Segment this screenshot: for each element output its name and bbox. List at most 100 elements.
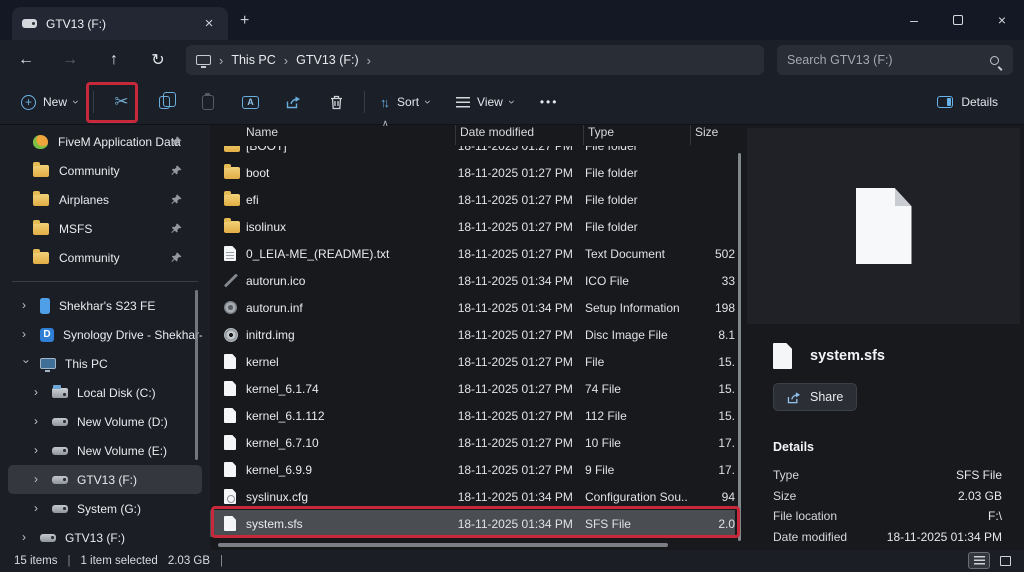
file-row-isolinux[interactable]: isolinux18-11-2025 01:27 PMFile folder [210,213,735,240]
file-date-modified: 18-11-2025 01:27 PM [454,436,581,450]
paste-button[interactable] [186,85,229,119]
search-box[interactable]: Search GTV13 (F:) [777,45,1013,75]
rename-icon: A [242,96,259,109]
chevron-right-icon[interactable]: › [34,443,43,457]
share-button[interactable] [272,85,315,119]
chevron-right-icon[interactable]: › [34,385,43,399]
file-row-kernel-6-9-9[interactable]: kernel_6.9.918-11-2025 01:27 PM9 File17. [210,456,735,483]
large-icons-view-toggle[interactable] [994,552,1016,569]
file-row-autorun-inf[interactable]: autorun.inf18-11-2025 01:34 PMSetup Info… [210,294,735,321]
file-date-modified: 18-11-2025 01:34 PM [454,301,581,315]
file-row-efi[interactable]: efi18-11-2025 01:27 PMFile folder [210,186,735,213]
tree-item-gtv13-f[interactable]: ›GTV13 (F:) [8,523,202,550]
chevron-right-icon[interactable]: › [22,298,31,312]
file-icon [224,354,246,369]
tree-item-gtv13-f[interactable]: ›GTV13 (F:) [8,465,202,494]
breadcrumb-gtv13[interactable]: GTV13 (F:) [296,53,359,67]
status-separator: | [220,555,223,567]
sidebar-item-msfs[interactable]: MSFS [0,214,210,243]
tree-item-new-volume-e[interactable]: ›New Volume (E:) [8,436,202,465]
selection-size: 2.03 GB [168,555,210,567]
horizontal-scrollbar[interactable] [218,543,668,547]
cut-button[interactable]: ✂ [100,85,143,119]
file-size: 33 [687,274,735,288]
chevron-right-icon[interactable]: › [34,501,43,515]
up-button[interactable]: ↑ [96,44,132,76]
file-row-kernel[interactable]: kernel18-11-2025 01:27 PMFile15. [210,348,735,375]
folder-icon [33,165,49,177]
new-button[interactable]: + New › [12,85,87,119]
file-icon [224,462,246,477]
detail-row-file-location: File locationF:\ [773,506,1002,527]
file-name: syslinux.cfg [246,490,454,504]
sidebar-item-fivem-application-data[interactable]: FiveM Application Data [0,127,210,156]
details-heading: Details [773,440,814,454]
new-tab-button[interactable]: + [240,12,249,30]
pin-icon [171,165,182,176]
file-row-autorun-ico[interactable]: autorun.ico18-11-2025 01:34 PMICO File33 [210,267,735,294]
sort-button[interactable]: ↑↓ Sort › [371,85,439,119]
column-header-date-modified[interactable]: Date modified [455,125,583,145]
forward-button[interactable]: → [52,44,88,76]
share-file-button[interactable]: Share [773,383,857,411]
explorer-tab[interactable]: GTV13 (F:) × [12,7,228,40]
column-header-type[interactable]: Type [583,125,690,145]
sidebar-item-label: FiveM Application Data [58,135,210,149]
details-pane-toggle[interactable]: Details [929,85,1006,119]
copy-icon [159,96,170,109]
maximize-button[interactable] [936,0,980,40]
file-row-syslinux-cfg[interactable]: syslinux.cfg18-11-2025 01:34 PMConfigura… [210,483,735,510]
file-list: Name Date modified Type Size ∧ [BOOT]18-… [210,125,745,550]
tab-close-icon[interactable]: × [200,15,218,32]
column-header-name[interactable]: Name [210,125,455,145]
sidebar-item-airplanes[interactable]: Airplanes [0,185,210,214]
tree-item-local-disk-c[interactable]: ›Local Disk (C:) [8,378,202,407]
plus-icon: + [21,95,36,110]
window-controls: – × [892,0,1024,40]
file-row-0-leia-me-readme-txt[interactable]: 0_LEIA-ME_(README).txt18-11-2025 01:27 P… [210,240,735,267]
file-row-system-sfs[interactable]: system.sfs18-11-2025 01:34 PMSFS File2.0 [210,510,735,537]
back-button[interactable]: ← [8,44,44,76]
ellipsis-icon: ••• [540,95,559,109]
delete-button[interactable] [315,85,358,119]
file-date-modified: 18-11-2025 01:27 PM [454,220,581,234]
vertical-scrollbar[interactable] [738,153,741,541]
chevron-right-icon[interactable]: › [34,472,43,486]
more-options-button[interactable]: ••• [531,85,568,119]
file-explorer-window: GTV13 (F:) × + – × ← → ↑ ↻ › This PC › G… [0,0,1024,572]
details-view-toggle[interactable] [968,552,990,569]
chevron-right-icon[interactable]: › [22,327,31,341]
file-size: 15. [687,382,735,396]
large-icons-view-icon [1000,556,1011,566]
chevron-right-icon[interactable]: › [22,530,31,544]
view-button[interactable]: View › [447,85,523,119]
sidebar-scrollbar[interactable] [195,290,198,460]
address-bar[interactable]: › This PC › GTV13 (F:) › [186,45,764,75]
file-type: ICO File [581,274,687,288]
folder-icon [224,167,246,179]
tree-item-shekhar-s-s23-fe[interactable]: ›Shekhar's S23 FE [8,291,202,320]
tree-item-new-volume-d[interactable]: ›New Volume (D:) [8,407,202,436]
file-row-boot[interactable]: [BOOT]18-11-2025 01:27 PMFile folder [210,146,735,159]
sidebar-item-community[interactable]: Community [0,243,210,272]
file-icon [224,435,246,450]
sidebar-item-community[interactable]: Community [0,156,210,185]
rename-button[interactable]: A [229,85,272,119]
chevron-right-icon[interactable]: › [34,414,43,428]
refresh-button[interactable]: ↻ [140,44,176,76]
column-header-size[interactable]: Size [690,125,740,145]
close-button[interactable]: × [980,0,1024,40]
tree-item-synology-drive-shekhar-na[interactable]: ›Synology Drive - Shekhar-NA [8,320,202,349]
file-row-initrd-img[interactable]: initrd.img18-11-2025 01:27 PMDisc Image … [210,321,735,348]
copy-button[interactable] [143,85,186,119]
file-row-kernel-6-1-74[interactable]: kernel_6.1.7418-11-2025 01:27 PM74 File1… [210,375,735,402]
file-row-boot[interactable]: boot18-11-2025 01:27 PMFile folder [210,159,735,186]
minimize-button[interactable]: – [892,0,936,40]
file-row-kernel-6-1-112[interactable]: kernel_6.1.11218-11-2025 01:27 PM112 Fil… [210,402,735,429]
tree-item-system-g[interactable]: ›System (G:) [8,494,202,523]
file-name: [BOOT] [246,146,454,153]
tree-item-this-pc[interactable]: ›This PC [8,349,202,378]
chevron-down-icon[interactable]: › [20,359,34,368]
breadcrumb-this-pc[interactable]: This PC [231,53,275,67]
file-row-kernel-6-7-10[interactable]: kernel_6.7.1018-11-2025 01:27 PM10 File1… [210,429,735,456]
